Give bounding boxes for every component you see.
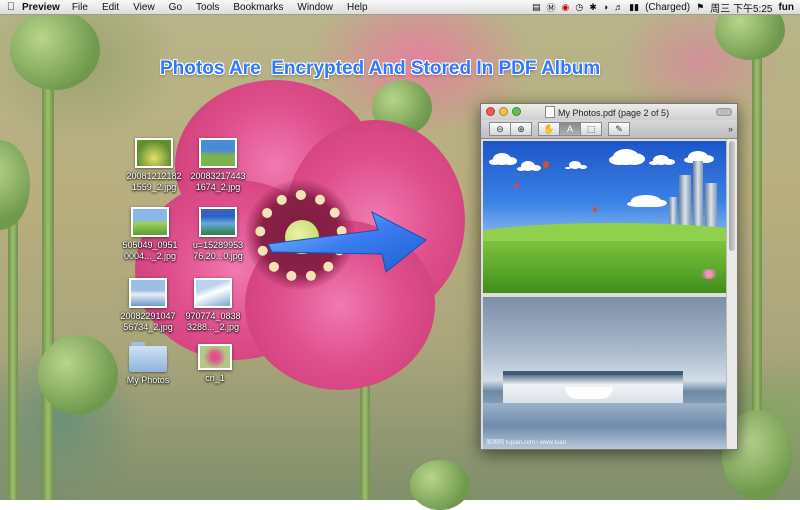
image-thumbnail [199,207,237,237]
apple-menu-icon[interactable]:  [0,1,22,13]
wallpaper-bud [0,140,30,230]
hot-air-balloon [543,161,549,168]
image-thumbnail [129,278,167,308]
record-icon[interactable]: ◉ [561,2,569,13]
desktop-icon-label: u=15289953 76.20...0.jpg [192,240,244,261]
menu-edit[interactable]: Edit [102,2,119,13]
window-toolbar: ⊖ ⊕ ✋ A ⬚ ✎ » [481,120,737,139]
volume-icon[interactable]: ♬ [614,2,623,12]
pdf-page-photo [483,141,727,293]
desktop-icon-label: 970774_0838 3288..._2.jpg [185,311,241,332]
cloud [493,153,511,165]
menu-extras: ▤ Ⓜ ◉ ◷ ✱ ◑ ♬ ▮▮ (Charged) ⚑ 周三 下午5:25 f… [532,0,800,15]
wallpaper-stem [8,200,18,500]
annotate-pencil-icon[interactable]: ✎ [608,122,630,136]
wifi-icon[interactable]: ◑ [603,2,608,12]
window-title: My Photos.pdf (page 2 of 5) [558,108,670,118]
desktop-file-icon[interactable]: u=15289953 76.20...0.jpg [178,207,258,262]
menu-bookmarks[interactable]: Bookmarks [233,2,283,13]
blue-arrow-icon [267,210,427,273]
vertical-scrollbar[interactable] [726,139,737,449]
bluetooth-icon[interactable]: ✱ [589,2,597,13]
cloud [631,195,661,207]
window-titlebar[interactable]: My Photos.pdf (page 2 of 5) [481,104,737,120]
cloud [521,161,535,171]
close-button[interactable] [486,107,495,116]
scrollbar-thumb[interactable] [729,141,735,251]
desktop-file-icon[interactable]: 20083217443 1674_2.jpg [178,138,258,193]
cloud [653,155,669,165]
pdf-page-photo: 美图网 tupian.com / www.tuan [483,297,727,449]
time-machine-icon[interactable]: ◷ [575,2,583,13]
battery-status[interactable]: (Charged) [645,2,690,13]
folder-icon [129,342,167,372]
desktop-icon-label: cn_1 [205,373,225,383]
preview-window: My Photos.pdf (page 2 of 5) ⊖ ⊕ ✋ A ⬚ ✎ … [480,103,738,450]
battery-icon[interactable]: ▮▮ [629,2,639,13]
wallpaper-bud [10,10,100,90]
menu-go[interactable]: Go [169,2,182,13]
menu-bar:  Preview File Edit View Go Tools Bookma… [0,0,800,15]
hot-air-balloon [593,207,597,212]
wallpaper-stem [42,60,54,500]
rect-select-tool-icon[interactable]: ⬚ [581,122,602,136]
skype-icon[interactable]: Ⓜ [546,1,555,14]
image-thumbnail [131,207,169,237]
menubar-user[interactable]: fun [778,2,794,13]
menubar-clock[interactable]: 周三 下午5:25 [710,0,772,15]
menu-tools[interactable]: Tools [196,2,219,13]
image-thumbnail [135,138,173,168]
toolbar-overflow-icon[interactable]: » [728,124,733,134]
app-menu[interactable]: Preview [22,2,60,13]
wallpaper-bud [410,460,470,510]
toolbar-toggle-button[interactable] [716,108,732,116]
promo-banner-title: Photos Are Encrypted And Stored In PDF A… [160,58,601,79]
hot-air-balloon [515,183,519,188]
zoom-button[interactable] [512,107,521,116]
zoom-out-button[interactable]: ⊖ [489,122,511,136]
input-flag-icon[interactable]: ⚑ [696,2,704,13]
menu-window[interactable]: Window [297,2,333,13]
image-thumbnail [199,138,237,168]
document-view[interactable]: 美图网 tupian.com / www.tuan [481,139,727,449]
minimize-button[interactable] [499,107,508,116]
desktop-file-icon[interactable]: cn_1 [175,344,255,384]
hand-tool-icon[interactable]: ✋ [538,122,560,136]
zoom-in-button[interactable]: ⊕ [511,122,532,136]
desktop-icon-label: 20083217443 1674_2.jpg [190,171,246,192]
flower-patch [697,269,721,279]
pdf-document-icon [545,106,555,118]
menu-view[interactable]: View [133,2,155,13]
desktop-file-icon[interactable]: 970774_0838 3288..._2.jpg [173,278,253,333]
photo-watermark: 美图网 tupian.com / www.tuan [486,440,567,446]
cloud [569,161,581,169]
cloud [613,149,639,165]
wallpaper-bud [38,335,118,415]
grass-field [483,241,727,293]
text-select-tool-icon[interactable]: A [560,122,581,136]
yacht [565,387,613,399]
image-thumbnail [198,344,232,370]
image-thumbnail [194,278,232,308]
menu-file[interactable]: File [72,2,88,13]
menu-help[interactable]: Help [347,2,368,13]
dropbox-icon[interactable]: ▤ [532,2,541,13]
